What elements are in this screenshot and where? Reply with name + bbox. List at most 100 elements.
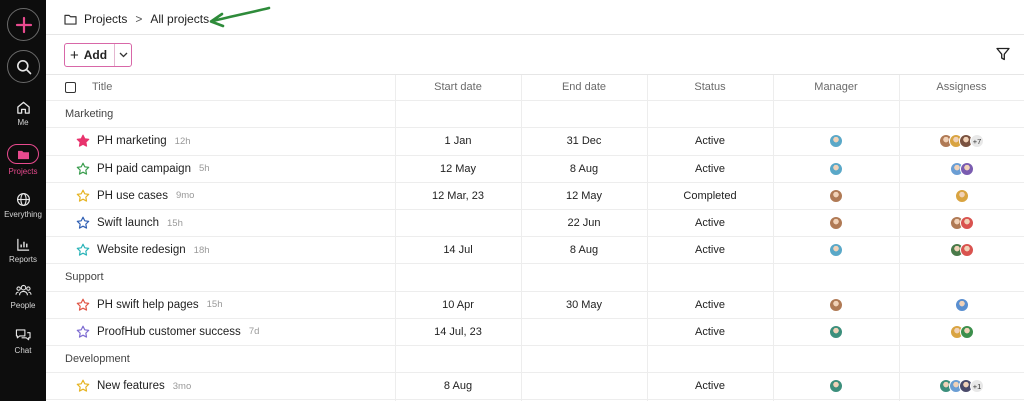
star-icon[interactable] (76, 325, 90, 339)
sidebar-item-label: Me (17, 118, 29, 127)
manager-cell (773, 156, 899, 182)
more-assignees-badge[interactable]: +1 (969, 379, 985, 394)
filter-icon[interactable] (996, 47, 1010, 61)
project-name[interactable]: PH marketing (97, 135, 167, 147)
chevron-down-icon[interactable] (119, 52, 128, 58)
status[interactable]: Active (647, 373, 773, 399)
table-row[interactable]: ProofHub customer success 7d 14 Jul, 23 … (46, 319, 1024, 346)
star-icon[interactable] (76, 298, 90, 312)
column-header-title[interactable]: Title (92, 74, 112, 100)
create-button[interactable] (7, 8, 40, 41)
star-icon[interactable] (76, 243, 90, 257)
end-date[interactable]: 8 Aug (521, 156, 647, 182)
status[interactable]: Active (647, 319, 773, 345)
avatar[interactable] (829, 161, 843, 176)
end-date[interactable]: 8 Aug (521, 237, 647, 263)
table-row[interactable]: Swift launch 15h 22 Jun Active (46, 210, 1024, 238)
table-row[interactable]: PH swift help pages 15h 10 Apr 30 May Ac… (46, 292, 1024, 319)
start-date[interactable]: 8 Aug (395, 373, 521, 399)
column-header-end-date[interactable]: End date (521, 74, 647, 100)
star-icon[interactable] (76, 162, 90, 176)
project-name[interactable]: PH paid campaign (97, 163, 191, 175)
project-age: 3mo (172, 380, 192, 392)
sidebar-item-people[interactable]: People (0, 283, 46, 310)
manager-cell (773, 128, 899, 154)
sidebar-item-label: Projects (8, 167, 38, 176)
avatar[interactable] (959, 216, 974, 231)
group-row[interactable]: Marketing (46, 101, 1024, 129)
add-button[interactable]: + Add (64, 43, 132, 67)
start-date[interactable]: 10 Apr (395, 292, 521, 318)
column-header-start-date[interactable]: Start date (395, 74, 521, 100)
breadcrumb-root[interactable]: Projects (84, 12, 127, 26)
table-row[interactable]: PH paid campaign 5h 12 May 8 Aug Active (46, 156, 1024, 183)
sidebar-item-label: Reports (8, 255, 37, 264)
start-date[interactable]: 14 Jul (395, 237, 521, 263)
table-row[interactable]: PH use cases 9mo 12 Mar, 23 12 May Compl… (46, 183, 1024, 210)
star-icon[interactable] (76, 379, 90, 393)
project-name[interactable]: Swift launch (97, 217, 159, 229)
sidebar-item-projects[interactable]: Projects (0, 144, 46, 176)
manager-cell (773, 210, 899, 236)
status[interactable]: Active (647, 156, 773, 182)
project-name[interactable]: Website redesign (97, 244, 186, 256)
column-header-manager[interactable]: Manager (773, 74, 899, 100)
avatar[interactable] (959, 243, 974, 258)
project-name[interactable]: PH swift help pages (97, 299, 199, 311)
assignees-cell (899, 183, 1024, 209)
status[interactable]: Active (647, 128, 773, 154)
end-date[interactable]: 30 May (521, 292, 647, 318)
end-date[interactable] (521, 319, 647, 345)
start-date[interactable]: 12 May (395, 156, 521, 182)
avatar[interactable] (959, 161, 974, 176)
table-header-row: Title Start date End date Status Manager… (46, 74, 1024, 102)
assignees-cell (899, 319, 1024, 345)
star-icon[interactable] (76, 216, 90, 230)
table-row[interactable]: Website redesign 18h 14 Jul 8 Aug Active (46, 237, 1024, 265)
avatar[interactable] (829, 188, 843, 203)
start-date[interactable]: 1 Jan (395, 128, 521, 154)
avatar[interactable] (829, 243, 843, 258)
select-all-checkbox[interactable] (65, 74, 76, 100)
project-age: 7d (248, 326, 260, 338)
avatar[interactable] (829, 379, 843, 394)
project-title-cell: ProofHub customer success 7d (76, 319, 259, 345)
sidebar-item-me[interactable]: Me (0, 100, 46, 127)
avatar[interactable] (829, 216, 843, 231)
home-icon (16, 101, 30, 114)
start-date[interactable]: 14 Jul, 23 (395, 319, 521, 345)
search-button[interactable] (7, 50, 40, 83)
star-icon[interactable] (76, 134, 90, 148)
avatar[interactable] (959, 324, 974, 339)
project-name[interactable]: PH use cases (97, 190, 168, 202)
start-date[interactable] (395, 210, 521, 236)
project-name[interactable]: New features (97, 380, 165, 392)
project-name[interactable]: ProofHub customer success (97, 326, 241, 338)
column-header-status[interactable]: Status (647, 74, 773, 100)
group-row[interactable]: Support (46, 264, 1024, 292)
avatar[interactable] (829, 134, 843, 149)
table-row[interactable]: New features 3mo 8 Aug Active +1 (46, 373, 1024, 401)
group-row[interactable]: Development (46, 346, 1024, 374)
status[interactable]: Active (647, 237, 773, 263)
end-date[interactable]: 22 Jun (521, 210, 647, 236)
status[interactable]: Completed (647, 183, 773, 209)
avatar[interactable] (954, 188, 969, 203)
sidebar-item-everything[interactable]: Everything (0, 192, 46, 219)
column-header-assignees[interactable]: Assigness (899, 74, 1024, 100)
status[interactable]: Active (647, 210, 773, 236)
sidebar-item-chat[interactable]: Chat (0, 328, 46, 355)
table-row[interactable]: PH marketing 12h 1 Jan 31 Dec Active +7 (46, 128, 1024, 156)
sidebar-item-reports[interactable]: Reports (0, 237, 46, 264)
more-assignees-badge[interactable]: +7 (969, 134, 985, 149)
end-date[interactable] (521, 373, 647, 399)
manager-cell (773, 237, 899, 263)
start-date[interactable]: 12 Mar, 23 (395, 183, 521, 209)
end-date[interactable]: 31 Dec (521, 128, 647, 154)
avatar[interactable] (954, 297, 969, 312)
status[interactable]: Active (647, 292, 773, 318)
end-date[interactable]: 12 May (521, 183, 647, 209)
avatar[interactable] (829, 324, 843, 339)
avatar[interactable] (829, 297, 843, 312)
star-icon[interactable] (76, 189, 90, 203)
